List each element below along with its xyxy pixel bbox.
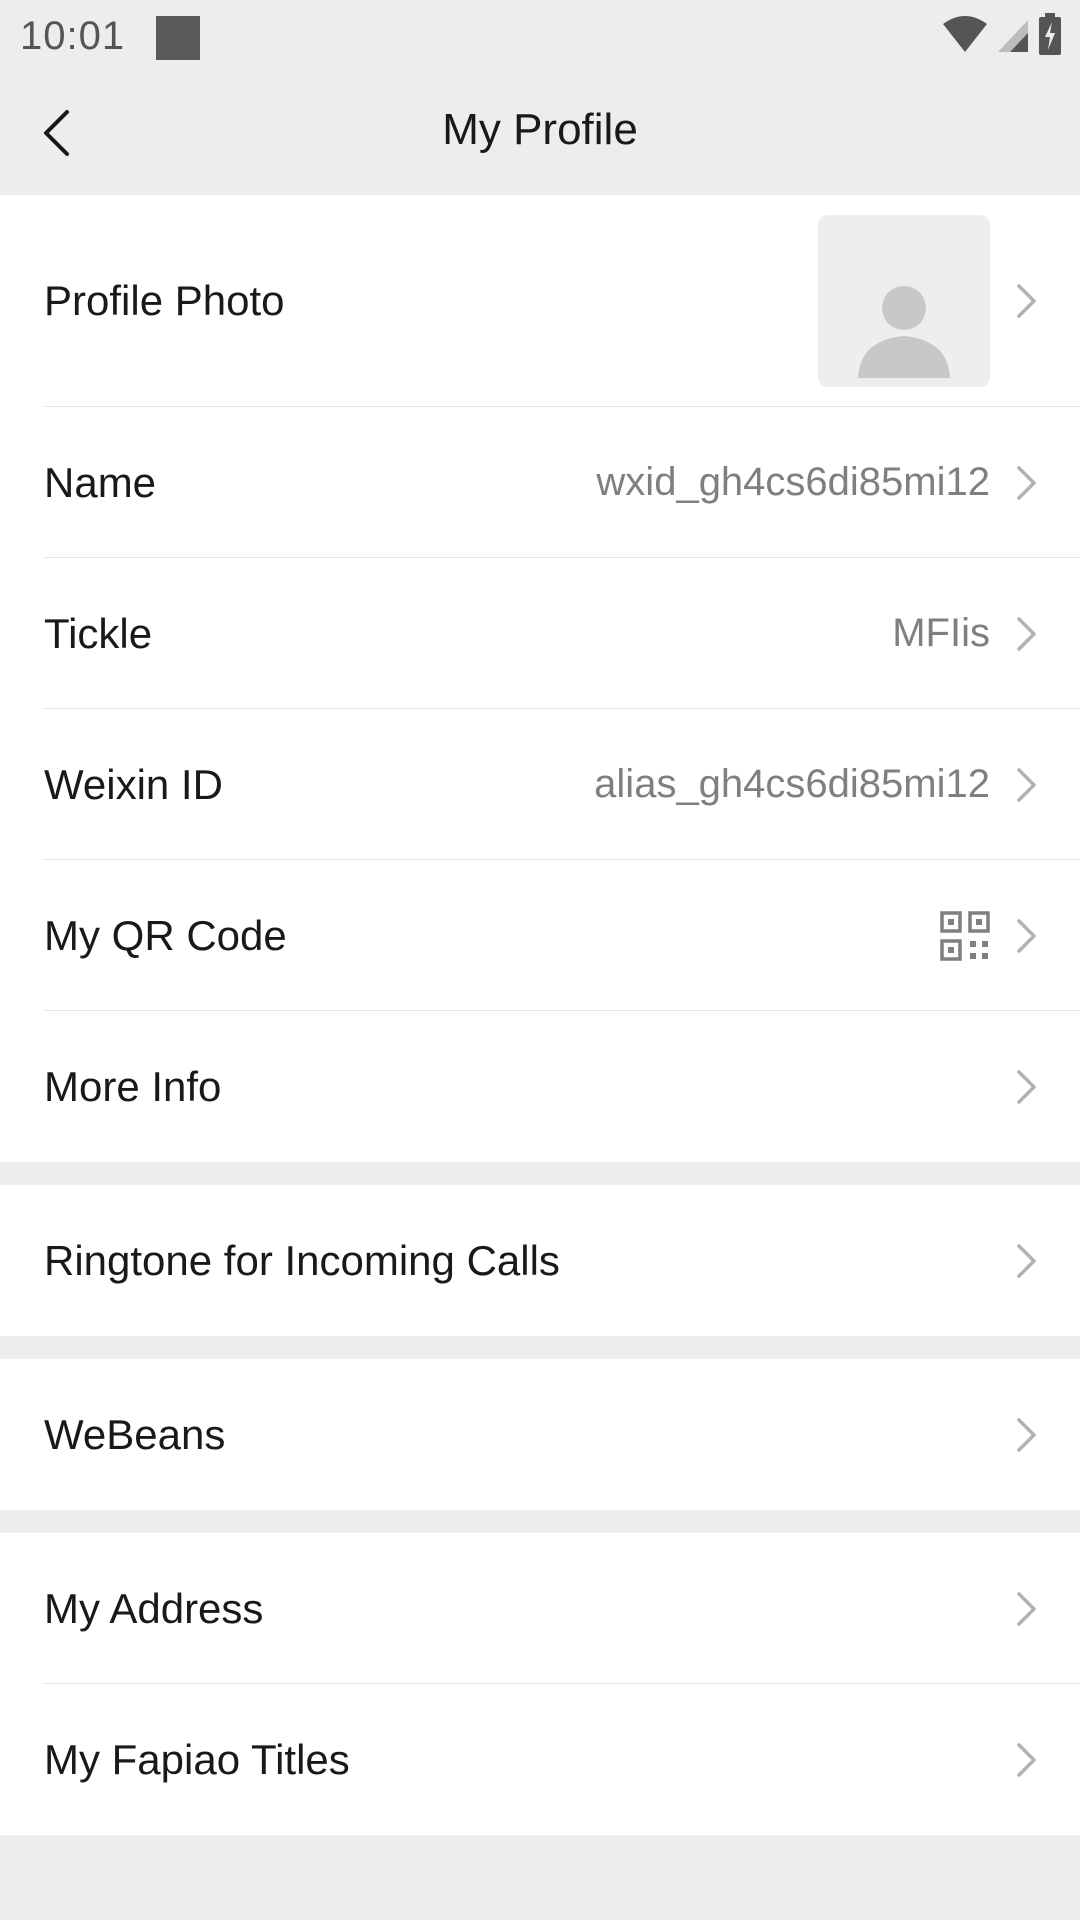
row-label: Ringtone for Incoming Calls (44, 1236, 560, 1284)
row-label: Profile Photo (44, 277, 285, 324)
section-gap (0, 1510, 1080, 1533)
notification-icon (156, 16, 200, 60)
tickle-row[interactable]: Tickle MFIis (0, 558, 1080, 709)
status-time: 10:01 (20, 14, 126, 58)
weixin-id-value: alias_gh4cs6di85mi12 (594, 762, 990, 806)
chevron-right-icon (1014, 1589, 1040, 1629)
default-avatar-icon (854, 282, 954, 387)
battery-charging-icon (1038, 12, 1062, 61)
row-label: More Info (44, 1062, 222, 1110)
my-address-row[interactable]: My Address (0, 1533, 1080, 1684)
section-gap (0, 1336, 1080, 1359)
wifi-icon (942, 14, 988, 59)
back-button[interactable] (28, 100, 84, 170)
profile-group: Profile Photo Name wxid_gh4cs6di85mi12 T… (0, 195, 1080, 1162)
row-label: My QR Code (44, 911, 287, 959)
status-icons (942, 12, 1062, 61)
chevron-right-icon (1014, 1067, 1040, 1107)
ringtone-group: Ringtone for Incoming Calls (0, 1185, 1080, 1336)
chevron-right-icon (1014, 281, 1040, 321)
qr-code-icon (940, 910, 990, 961)
webeans-row[interactable]: WeBeans (0, 1359, 1080, 1510)
bottom-area (0, 1835, 1080, 1915)
chevron-left-icon (41, 109, 71, 162)
chevron-right-icon (1014, 765, 1040, 805)
section-gap (0, 1162, 1080, 1185)
header: My Profile (0, 80, 1080, 195)
ringtone-row[interactable]: Ringtone for Incoming Calls (0, 1185, 1080, 1336)
address-group: My Address My Fapiao Titles (0, 1533, 1080, 1835)
row-label: My Fapiao Titles (44, 1735, 350, 1783)
chevron-right-icon (1014, 614, 1040, 654)
more-info-row[interactable]: More Info (0, 1011, 1080, 1162)
name-row[interactable]: Name wxid_gh4cs6di85mi12 (0, 407, 1080, 558)
webeans-group: WeBeans (0, 1359, 1080, 1510)
fapiao-titles-row[interactable]: My Fapiao Titles (0, 1684, 1080, 1835)
status-bar: 10:01 (0, 0, 1080, 80)
row-label: Tickle (44, 609, 153, 657)
cellular-signal-icon (996, 14, 1030, 59)
row-label: WeBeans (44, 1410, 226, 1458)
chevron-right-icon (1014, 463, 1040, 503)
qr-code-row[interactable]: My QR Code (0, 860, 1080, 1011)
chevron-right-icon (1014, 1740, 1040, 1780)
name-value: wxid_gh4cs6di85mi12 (596, 460, 990, 504)
profile-photo-row[interactable]: Profile Photo (0, 195, 1080, 407)
row-label: My Address (44, 1584, 264, 1632)
chevron-right-icon (1014, 1415, 1040, 1455)
chevron-right-icon (1014, 916, 1040, 956)
weixin-id-row[interactable]: Weixin ID alias_gh4cs6di85mi12 (0, 709, 1080, 860)
row-label: Weixin ID (44, 760, 223, 808)
chevron-right-icon (1014, 1241, 1040, 1281)
avatar[interactable] (818, 215, 990, 387)
page-title: My Profile (442, 105, 638, 154)
tickle-value: MFIis (892, 611, 990, 655)
row-label: Name (44, 458, 157, 506)
